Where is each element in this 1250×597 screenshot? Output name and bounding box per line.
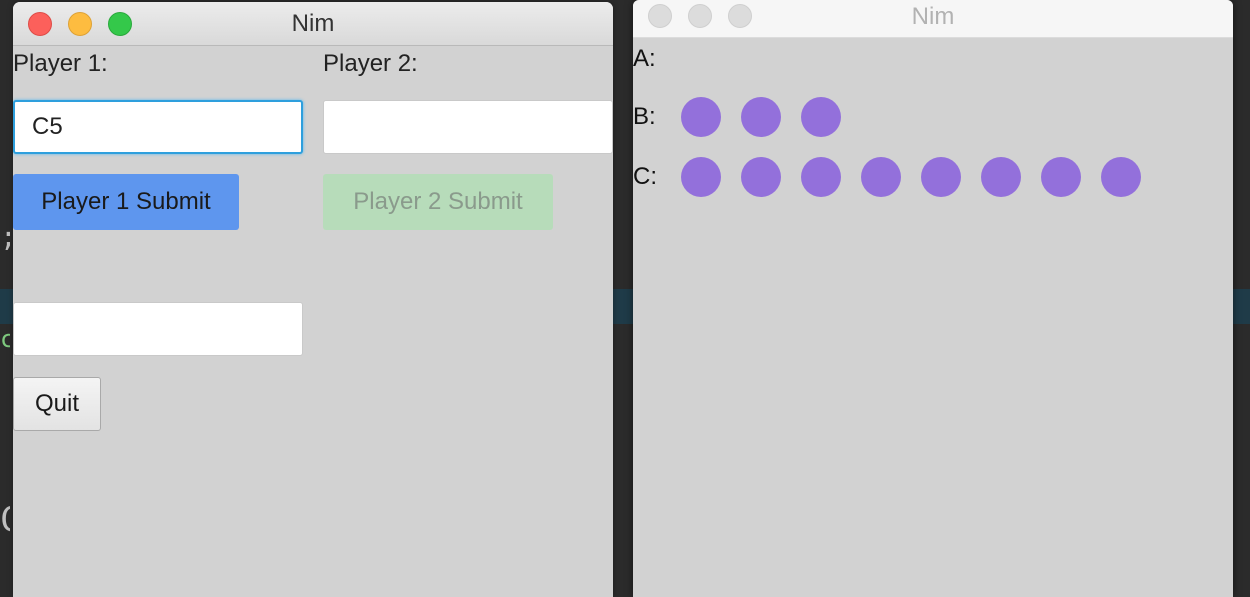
row-label: B: [633, 103, 656, 130]
window-title: Nim [911, 3, 955, 30]
player2-submit-button[interactable]: Player 2 Submit [323, 174, 553, 230]
nim-stone [801, 97, 841, 137]
zoom-window-button[interactable] [108, 12, 132, 36]
nim-board-window: Nim A: B: C: [633, 0, 1233, 597]
nim-stone [681, 97, 721, 137]
nim-stone [741, 157, 781, 197]
nim-stone [981, 157, 1021, 197]
nim-stone [741, 97, 781, 137]
row-label: C: [633, 163, 657, 190]
nim-stone [801, 157, 841, 197]
minimize-window-button[interactable] [688, 4, 712, 28]
message-field[interactable] [13, 302, 303, 356]
player1-label: Player 1: [13, 50, 108, 77]
title-bar[interactable]: Nim [633, 0, 1233, 38]
player2-move-input[interactable] [323, 100, 613, 154]
nim-control-window: Nim Player 1: Player 2: C5 Player 1 Subm… [13, 2, 613, 597]
row-label: A: [633, 45, 656, 72]
minimize-window-button[interactable] [68, 12, 92, 36]
close-window-button[interactable] [648, 4, 672, 28]
player1-submit-button[interactable]: Player 1 Submit [13, 174, 239, 230]
nim-stone [921, 157, 961, 197]
window-title: Nim [291, 10, 335, 37]
nim-stone [1041, 157, 1081, 197]
background-text-fragment: ; [0, 220, 10, 253]
nim-stone [861, 157, 901, 197]
player2-label: Player 2: [323, 50, 418, 77]
background-text-fragment: c [0, 325, 10, 353]
background-text-fragment: C [0, 500, 10, 540]
nim-stone [681, 157, 721, 197]
zoom-window-button[interactable] [728, 4, 752, 28]
title-bar[interactable]: Nim [13, 2, 613, 46]
close-window-button[interactable] [28, 12, 52, 36]
player1-move-input[interactable]: C5 [13, 100, 303, 154]
nim-stone [1101, 157, 1141, 197]
quit-button[interactable]: Quit [13, 377, 101, 431]
